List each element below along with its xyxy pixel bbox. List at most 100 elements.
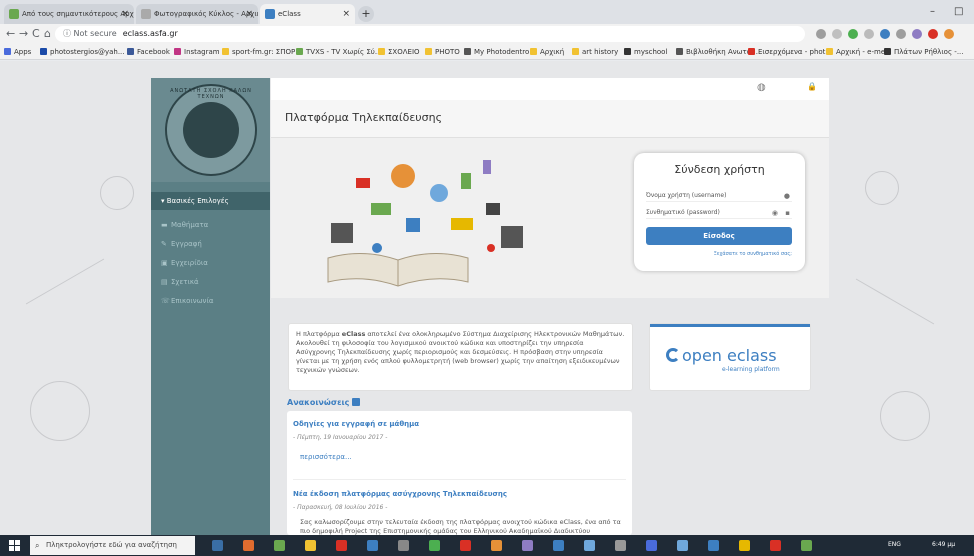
lock-icon: ▪ [785,209,790,217]
bookmark-item[interactable]: myschool [624,44,667,59]
taskbar-app-icon[interactable] [243,540,254,551]
announcement-date: - Παρασκευή, 08 Ιουλίου 2016 - [293,504,388,511]
taskbar-app-icon[interactable] [739,540,750,551]
sidebar-item-register[interactable]: ✎ Εγγραφή [151,235,270,253]
forgot-password-link[interactable]: Ξεχάσατε το συνθηματικό σας; [634,251,792,257]
minimize-button[interactable]: – [930,6,935,17]
address-bar[interactable]: ⓘ Not secure eclass.asfa.gr [55,26,805,42]
extension-icon[interactable] [864,29,874,39]
close-tab-icon[interactable]: × [245,4,253,24]
windows-start-icon[interactable] [9,540,20,551]
bookmark-label: TVXS - TV Χωρίς Σύ... [306,48,382,56]
username-field[interactable]: Όνομα χρήστη (username) ● [646,190,792,202]
rss-icon[interactable] [352,398,361,406]
taskbar-app-icon[interactable] [646,540,657,551]
taskbar-app-icon[interactable] [305,540,316,551]
sidebar-item-about[interactable]: ▤ Σχετικά [151,273,270,291]
maximize-button[interactable]: □ [954,6,963,17]
close-tab-icon[interactable]: × [121,4,129,24]
bookmark-item[interactable]: photostergios@yah... [40,44,125,59]
bookmark-item[interactable]: Εισερχόμενα - phot... [748,44,832,59]
extension-icon[interactable] [896,29,906,39]
browser-tab-1[interactable]: Από τους σημαντικότερους Αρχ × [4,4,134,24]
username-placeholder: Όνομα χρήστη (username) [646,192,727,199]
info-icon: ▤ [161,278,168,286]
bookmark-icon [222,48,229,55]
bookmark-item[interactable]: My Photodentro [464,44,529,59]
bookmark-item[interactable]: PHOTO [425,44,460,59]
institution-logo[interactable]: ΑΝΩΤΑΤΗ ΣΧΟΛΗ ΚΑΛΩΝ ΤΕΧΝΩΝ [151,78,270,182]
taskbar-app-icon[interactable] [801,540,812,551]
bookmark-item[interactable]: Βιβλιοθήκη Ανωτά... [676,44,758,59]
key-icon[interactable] [816,29,826,39]
new-tab-button[interactable]: + [358,6,374,22]
mortarboard-icon [356,178,370,188]
taskbar-app-icon[interactable] [708,540,719,551]
extension-icon[interactable] [912,29,922,39]
bookmark-label: photostergios@yah... [50,48,125,56]
browser-tab-2[interactable]: Φωτογραφικός Κύκλος - Αρχική × [136,4,258,24]
reload-button[interactable]: C [32,27,40,40]
monitor-icon [406,218,420,232]
open-eclass-logo[interactable]: open eclass e-learning platform [649,323,811,391]
home-button[interactable]: ⌂ [44,27,51,40]
browser-tab-3[interactable]: eClass × [260,4,355,24]
sidebar-menu-header[interactable]: ▾ Βασικές Επιλογές [151,192,270,210]
announcement-title[interactable]: Νέα έκδοση πλατφόρμας ασύγχρονης Τηλεκπα… [293,490,507,498]
sidebar-item-label: Σχετικά [171,278,199,286]
bookmark-item[interactable]: art history [572,44,618,59]
taskbar-app-icon[interactable] [522,540,533,551]
sidebar-item-manuals[interactable]: ▣ Εγχειρίδια [151,254,270,272]
globe-icon[interactable]: ◍ [757,82,766,93]
taskbar-search-input[interactable]: ⌕ Πληκτρολογήστε εδώ για αναζήτηση [30,536,195,555]
bookmark-item[interactable]: Instagram [174,44,220,59]
bookmark-item[interactable]: sport-fm.gr: ΣΠΟΡ... [222,44,302,59]
announcement-title[interactable]: Οδηγίες για εγγραφή σε μάθημα [293,420,419,428]
taskbar-app-icon[interactable] [336,540,347,551]
taskbar-app-icon[interactable] [491,540,502,551]
taskbar-app-icon[interactable] [398,540,409,551]
language-indicator[interactable]: ENG [888,541,901,548]
taskbar-app-icon[interactable] [367,540,378,551]
bookmark-item[interactable]: ΣΧΟΛΕΙΟ [378,44,420,59]
bookmark-item[interactable]: Αρχική [530,44,564,59]
page-title: Πλατφόρμα Τηλεκπαίδευσης [285,111,443,124]
taskbar-app-icon[interactable] [429,540,440,551]
read-more-link[interactable]: περισσότερα... [300,453,352,461]
close-tab-icon[interactable]: × [342,4,350,24]
extension-icon[interactable] [880,29,890,39]
bookmark-item[interactable]: Apps [4,44,31,59]
seal-portrait [183,102,239,158]
eclass-mark-icon [666,348,680,362]
bookmark-item[interactable]: Αρχική - e-me [826,44,885,59]
taskbar-app-icon[interactable] [212,540,223,551]
password-field[interactable]: Συνθηματικό (password) ◉ ▪ [646,207,792,219]
extension-icon[interactable] [928,29,938,39]
taskbar-app-icon[interactable] [460,540,471,551]
extension-icon[interactable] [944,29,954,39]
taskbar-app-icon[interactable] [553,540,564,551]
star-icon[interactable] [832,29,842,39]
bookmark-item[interactable]: Facebook [127,44,170,59]
extension-icon[interactable] [848,29,858,39]
bookmark-item[interactable]: Πλάτων Ρήθλιος -... [884,44,964,59]
taskbar-app-icon[interactable] [770,540,781,551]
clock[interactable]: 6:49 μμ [932,541,955,548]
taskbar-app-icon[interactable] [274,540,285,551]
eye-icon[interactable]: ◉ [772,207,778,219]
taskbar-app-icon[interactable] [615,540,626,551]
tab-label: Φωτογραφικός Κύκλος - Αρχική [154,10,258,18]
sidebar-item-courses[interactable]: ▬ Μαθήματα [151,216,270,234]
security-indicator[interactable]: ⓘ Not secure [63,29,117,38]
bookmark-icon [676,48,683,55]
sidebar-item-contact[interactable]: ☏ Επικοινωνία [151,292,270,310]
browser-tabstrip: Από τους σημαντικότερους Αρχ × Φωτογραφι… [0,0,974,24]
forward-button[interactable]: → [19,27,28,40]
login-button[interactable]: Είσοδος [646,227,792,245]
hero-banner: Σύνδεση χρήστη Όνομα χρήστη (username) ●… [271,138,829,298]
back-button[interactable]: ← [6,27,15,40]
bookmark-item[interactable]: TVXS - TV Χωρίς Σύ... [296,44,382,59]
taskbar-app-icon[interactable] [584,540,595,551]
lock-icon[interactable]: 🔒 [807,82,817,91]
taskbar-app-icon[interactable] [677,540,688,551]
